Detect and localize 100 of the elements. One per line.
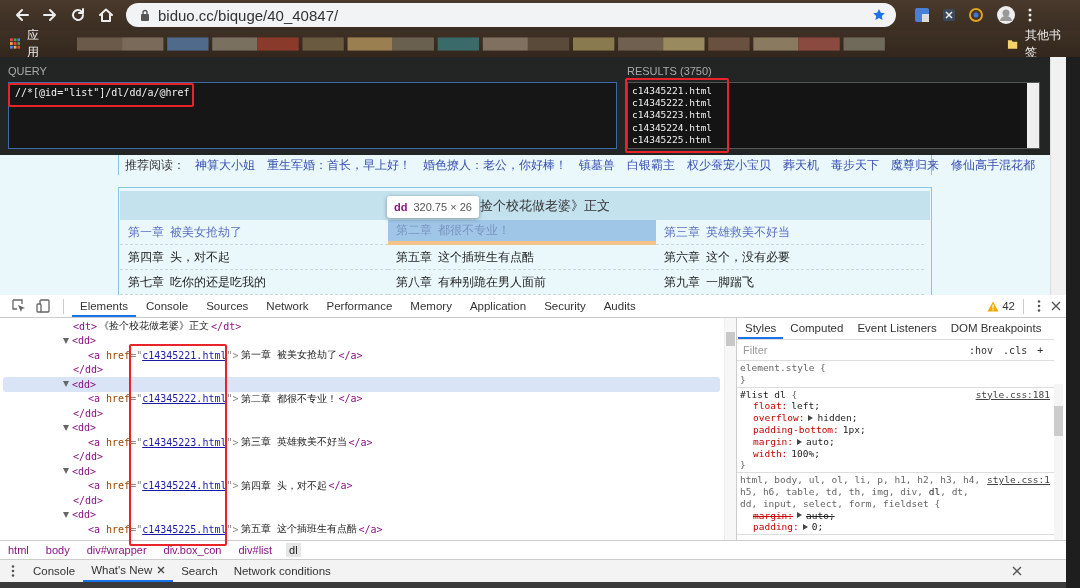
book-link[interactable]: 婚色撩人：老公，你好棒！ [423, 157, 567, 173]
result-line: c14345223.html [632, 109, 714, 122]
apps-grid-icon [10, 38, 21, 49]
chapter-link[interactable]: 第五章 这个插班生有点酷 [396, 249, 535, 265]
book-link[interactable]: 权少蚕宠小宝贝 [687, 157, 771, 173]
chapter-link[interactable]: 第八章 有种别跪在男人面前 [396, 274, 547, 290]
breadcrumb-item[interactable]: div#list [235, 543, 276, 557]
scroll-bar[interactable] [724, 318, 736, 540]
css-property: float: [753, 400, 788, 413]
book-link[interactable]: 葬天机 [783, 157, 819, 173]
breadcrumb-item[interactable]: div#wrapper [83, 543, 150, 557]
expand-arrow-icon[interactable] [63, 511, 69, 518]
syntax-mark: =" [130, 480, 143, 492]
result-line: c14345222.html [632, 97, 714, 110]
href-link[interactable]: c14345222.html [142, 393, 227, 405]
expand-arrow-icon[interactable] [63, 337, 69, 344]
panel-tab[interactable]: Performance [318, 295, 401, 317]
reload-icon[interactable] [70, 7, 86, 23]
recommend-label: 推荐阅读： [125, 157, 185, 173]
breadcrumb-item[interactable]: body [42, 543, 73, 557]
chapter-link[interactable]: 第六章 这个，没有必要 [664, 249, 791, 265]
panel-tab[interactable]: Sources [198, 295, 257, 317]
back-icon[interactable] [14, 7, 30, 23]
style-toggle[interactable]: + [1037, 344, 1044, 356]
source-link[interactable]: style.css:1 [987, 474, 1050, 486]
warning-count[interactable]: 42 [1002, 300, 1015, 312]
book-link[interactable]: 镇墓兽 [579, 157, 615, 173]
attribute-name: href [106, 480, 131, 492]
selected-row[interactable]: <dd> [3, 377, 720, 392]
scroll-bar[interactable] [1027, 83, 1039, 148]
chapter-link[interactable]: 第九章 一脚踹飞 [664, 274, 755, 290]
book-link[interactable]: 神算大小姐 [195, 157, 255, 173]
drawer-tab[interactable]: Search [173, 560, 226, 582]
chapter-link[interactable]: 第四章 头，对不起 [128, 249, 231, 265]
book-link[interactable]: 白银霸主 [627, 157, 675, 173]
breadcrumb-item[interactable]: div.box_con [160, 543, 225, 557]
scroll-bar[interactable] [1050, 57, 1066, 295]
menu-icon[interactable] [1037, 300, 1041, 312]
breadcrumb-item[interactable]: html [5, 543, 32, 557]
expand-arrow-icon[interactable] [63, 381, 69, 388]
star-icon[interactable] [872, 8, 886, 22]
book-link[interactable]: 魔尊归来 [891, 157, 939, 173]
book-link[interactable]: 毒步天下 [831, 157, 879, 173]
apps-shortcut[interactable]: 应用 [10, 26, 50, 61]
panel-tab[interactable]: Security [536, 295, 594, 317]
scroll-bar[interactable] [1054, 384, 1063, 540]
panel-tab[interactable]: Application [461, 295, 535, 317]
query-field[interactable]: //*[@id="list"]/dl/dd/a/@href [8, 82, 617, 149]
bookmark-folder[interactable]: 其他书签 [1007, 26, 1070, 61]
html-tag: </a> [338, 349, 363, 361]
chapter-link[interactable]: 第七章 吃你的还是吃我的 [128, 274, 267, 290]
html-tag: <dd> [72, 378, 97, 390]
book-link[interactable]: 修仙高手混花都 [951, 157, 1035, 173]
forward-icon[interactable] [42, 7, 58, 23]
sidebar-tab[interactable]: Event Listeners [850, 318, 944, 339]
panel-tab[interactable]: Network [258, 295, 317, 317]
panel-tab[interactable]: Elements [72, 295, 136, 317]
result-line: c14345224.html [632, 121, 714, 134]
extension-icon[interactable] [968, 7, 984, 23]
inspect-icon[interactable] [12, 299, 26, 313]
close-icon[interactable] [1051, 301, 1061, 311]
panel-tab[interactable]: Console [137, 295, 197, 317]
html-tag: <a [88, 523, 101, 535]
href-link[interactable]: c14345221.html [142, 349, 227, 361]
syntax-mark: =" [130, 436, 143, 448]
close-icon[interactable] [1012, 566, 1022, 576]
home-icon[interactable] [98, 7, 114, 23]
translate-icon[interactable] [914, 7, 930, 23]
menu-icon[interactable] [1028, 8, 1032, 22]
sidebar-tab[interactable]: DOM Breakpoints [943, 318, 1049, 339]
source-link[interactable]: style.css:181 [975, 388, 1050, 401]
result-line: c14345225.html [632, 133, 714, 146]
sidebar-tab[interactable]: Computed [783, 318, 851, 339]
attribute-name: href [106, 393, 131, 405]
expand-arrow-icon[interactable] [808, 415, 814, 422]
style-toggle[interactable]: .cls [1003, 344, 1028, 356]
chapter-link[interactable]: 第一章 被美女抢劫了 [128, 224, 243, 240]
extension-icon[interactable] [942, 8, 956, 22]
chapter-link[interactable]: 第三章 英雄救美不好当 [664, 224, 791, 240]
href-link[interactable]: c14345223.html [142, 436, 227, 448]
style-toggle[interactable]: :hov [969, 344, 994, 356]
css-property: overflow: [753, 412, 805, 424]
menu-icon[interactable] [11, 565, 15, 577]
syntax-mark: "> [226, 480, 239, 492]
device-icon[interactable] [36, 299, 50, 313]
book-link[interactable]: 重生军婚：首长，早上好！ [267, 157, 411, 173]
address-bar[interactable]: biduo.cc/biquge/40_40847/ [126, 3, 896, 27]
close-icon[interactable] [157, 566, 166, 574]
expand-arrow-icon[interactable] [797, 438, 803, 445]
href-link[interactable]: c14345225.html [142, 523, 227, 535]
drawer-tab[interactable]: Console [25, 560, 84, 582]
sidebar-tab[interactable]: Styles [738, 318, 784, 339]
panel-tab[interactable]: Audits [595, 295, 644, 317]
expand-arrow-icon[interactable] [63, 424, 69, 431]
expand-arrow-icon[interactable] [63, 468, 69, 475]
drawer-tab[interactable]: Network conditions [225, 560, 339, 582]
avatar-icon[interactable] [996, 5, 1016, 25]
href-link[interactable]: c14345224.html [142, 480, 227, 492]
breadcrumb-item[interactable]: dl [286, 543, 301, 557]
panel-tab[interactable]: Memory [402, 295, 460, 317]
